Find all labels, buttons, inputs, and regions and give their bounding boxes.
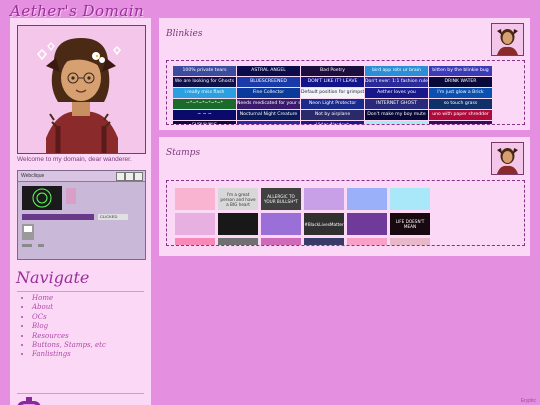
avatar (17, 25, 146, 154)
blinkie-badge[interactable]: Fine Collector (237, 88, 300, 98)
widget-badge: CLICKED (100, 214, 118, 219)
minimize-icon[interactable] (116, 172, 125, 181)
nav-heading: Navigate (16, 268, 90, 287)
blinkie-badge[interactable]: ~ ~ ~ (173, 110, 236, 120)
stamp-badge[interactable] (390, 188, 430, 210)
blinkie-badge[interactable]: I'm just glow a Brick (429, 88, 492, 98)
blinkies-panel: Blinkies 100% private tears ASTRAL ANGEL B… (159, 18, 530, 130)
stamp-badge[interactable]: #BlackLivesMatter (304, 213, 344, 235)
blinkie-badge[interactable]: so touch grass (429, 99, 492, 109)
stamp-badge[interactable]: LIFE DOESN'T MEAN (390, 213, 430, 235)
stamps-grid-box: I'm a great person and have a BIG heart A… (166, 180, 525, 246)
nav-item-fanlistings[interactable]: Fanlistings (32, 350, 106, 359)
blinkie-badge[interactable]: DRINK WATER (429, 77, 492, 87)
blinkie-badge[interactable]: Needs medicated for your safety (237, 99, 300, 109)
nav-item-blog[interactable]: Blog (32, 322, 106, 331)
stamps-thumbnail (491, 142, 524, 175)
blinkie-badge[interactable]: bitten by the blinkie bug (429, 66, 492, 76)
stamp-badge[interactable] (218, 213, 258, 235)
stamp-badge[interactable] (218, 238, 258, 245)
stamp-badge[interactable]: ALLERGIC TO YOUR BULLSH*T (261, 188, 301, 210)
nav-item-about[interactable]: About (32, 303, 106, 312)
blinkie-badge[interactable]: Aether loves you (365, 88, 428, 98)
nav-item-resources[interactable]: Resources (32, 332, 106, 341)
nav-item-ocs[interactable]: OCs (32, 313, 106, 322)
blinkie-badge[interactable]: Don't ever: 1:1 fashion rules (365, 77, 428, 87)
stamp-badge[interactable] (390, 238, 430, 245)
blinkie-badge[interactable]: Bad Poetry (301, 66, 364, 76)
blinkies-thumbnail (491, 23, 524, 56)
mascot-icon (17, 397, 41, 405)
close-icon[interactable] (134, 172, 143, 181)
sidebar: Welcome to my domain, dear wanderer. Web… (10, 18, 151, 405)
blinkie-badge[interactable]: 100% private tears (173, 66, 236, 76)
blinkie-badge[interactable]: Video Nerdout (301, 121, 364, 124)
stamp-badge[interactable] (304, 238, 344, 245)
stamp-badge[interactable]: I'm a great person and have a BIG heart (218, 188, 258, 210)
stamps-panel: Stamps I'm a great person and have a BIG… (159, 137, 530, 256)
widget-titlebar: Webclique (18, 171, 145, 182)
blinkie-badge[interactable]: Not by airplane (301, 110, 364, 120)
nav-list: Home About OCs Blog Resources Buttons, S… (17, 294, 106, 360)
blinkies-grid-box: 100% private tears ASTRAL ANGEL Bad Poetry… (166, 60, 525, 125)
blinkie-badge[interactable]: SURVIVING (173, 121, 236, 124)
blinkie-badge[interactable]: Nocturnal Night Creature (237, 110, 300, 120)
blinkie-badge[interactable] (365, 121, 428, 124)
avatar-portrait (18, 26, 145, 153)
welcome-text: Welcome to my domain, dear wanderer. (17, 156, 132, 163)
maximize-icon[interactable] (125, 172, 134, 181)
blinkie-badge[interactable]: bird app rots ur brain (365, 66, 428, 76)
nav-item-buttons[interactable]: Buttons, Stamps, etc (32, 341, 106, 350)
widget-title: Webclique (21, 173, 45, 179)
stamp-badge[interactable] (347, 188, 387, 210)
stamps-heading: Stamps (166, 148, 201, 158)
stamp-badge[interactable] (347, 213, 387, 235)
blinkie-badge[interactable]: ~*~*~*~*~*~* (173, 99, 236, 109)
blinkie-badge[interactable]: Neon Light Protector (301, 99, 364, 109)
widget-graphic (22, 186, 128, 247)
blinkie-badge[interactable]: i really miss flash (173, 88, 236, 98)
stamp-badge[interactable] (175, 213, 215, 235)
blinkie-badge[interactable]: INTERNET GHOST (365, 99, 428, 109)
blinkie-badge[interactable]: DON'T LIKE IT? LEAVE (301, 77, 364, 87)
blinkie-badge[interactable] (429, 121, 492, 124)
stamps-grid: I'm a great person and have a BIG heart A… (175, 188, 430, 245)
stamp-badge[interactable] (261, 238, 301, 245)
stamp-badge[interactable] (261, 213, 301, 235)
webclique-widget: Webclique CLICKED (17, 170, 146, 260)
stamp-badge[interactable] (175, 238, 215, 245)
sidebar-divider (17, 393, 144, 394)
blinkie-badge[interactable]: ASTRAL ANGEL (237, 66, 300, 76)
blinkie-badge[interactable]: ~ ~ (237, 121, 300, 124)
nav-item-home[interactable]: Home (32, 294, 106, 303)
blinkie-badge[interactable]: Default position for grimpsters (301, 88, 364, 98)
blinkie-badge[interactable]: BLUESCREENED (237, 77, 300, 87)
stamp-badge[interactable] (347, 238, 387, 245)
blinkie-badge[interactable]: Don't make my boy mute (365, 110, 428, 120)
stamp-badge[interactable] (304, 188, 344, 210)
credit-text: Eryptic (520, 398, 536, 404)
blinkie-badge[interactable]: We are looking for Ghosts (173, 77, 236, 87)
blinkies-heading: Blinkies (166, 29, 203, 39)
blinkie-badge[interactable]: uno with paper shredder (429, 110, 492, 120)
nav-divider (17, 291, 144, 292)
stamp-badge[interactable] (175, 188, 215, 210)
blinkies-grid: 100% private tears ASTRAL ANGEL Bad Poetry… (173, 66, 492, 124)
